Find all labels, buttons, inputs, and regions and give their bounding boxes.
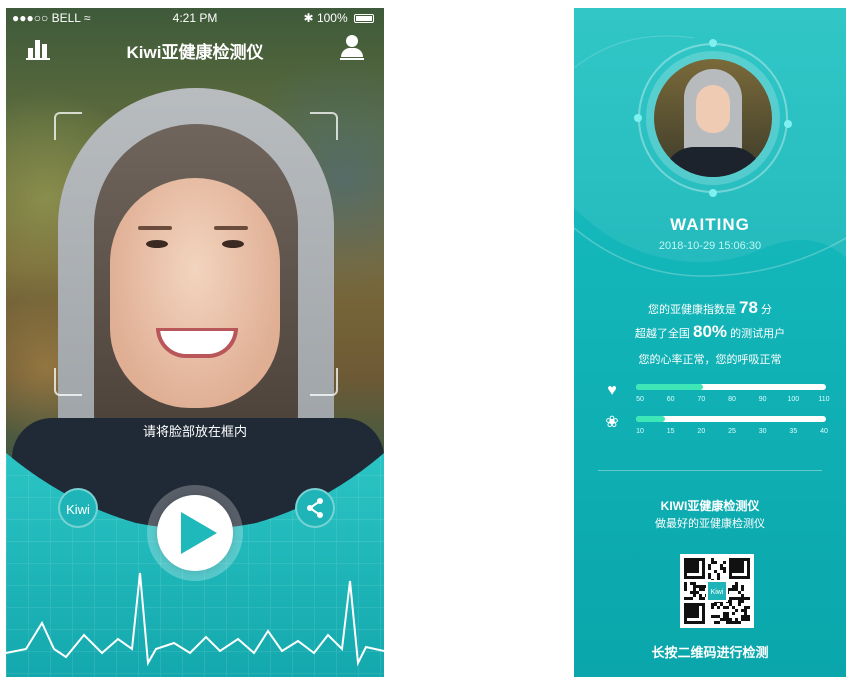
heart-rate-bar-fill	[636, 384, 703, 390]
nav-bar: Kiwi亚健康检测仪	[6, 30, 384, 64]
camera-preview-eye	[146, 240, 168, 248]
camera-preview-brow	[214, 226, 248, 230]
lungs-icon: ❀	[605, 414, 619, 431]
tick-label: 100	[787, 396, 800, 403]
scan-frame-corner	[54, 368, 82, 396]
scan-instruction: 长按二维码进行检测	[651, 645, 769, 660]
index-value: 78	[739, 298, 758, 317]
ring-dot	[784, 120, 792, 128]
scan-frame-corner	[310, 368, 338, 396]
tick-label: 15	[666, 428, 675, 435]
beat-line: 超越了全国 80% 的测试用户	[634, 322, 786, 341]
result-screen: WAITING 2018-10-29 15:06:30 您的亚健康指数是 78 …	[574, 8, 846, 677]
qr-logo: Kiwi	[706, 580, 728, 602]
breathing-bar	[636, 416, 826, 422]
status-label: WAITING	[670, 215, 750, 234]
detector-screen: ●●●○○ BELL ≈ 4:21 PM ✱ 100% Kiwi亚健康检测仪 请…	[6, 8, 384, 677]
app-title: Kiwi亚健康检测仪	[126, 43, 264, 62]
tick-label: 25	[728, 428, 736, 435]
scan-frame-corner	[310, 112, 338, 140]
breathing-ticks: 10 15 20 25 30 35 40	[636, 428, 828, 438]
divider	[598, 470, 822, 471]
tick-label: 20	[697, 428, 706, 435]
battery-icon	[354, 14, 374, 24]
test-datetime: 2018-10-29 15:06:30	[658, 240, 762, 252]
qr-code[interactable]: Kiwi	[680, 554, 754, 628]
breathing-bar-fill	[636, 416, 665, 422]
tick-label: 40	[820, 428, 828, 435]
camera-preview-brow	[138, 226, 172, 230]
tick-label: 70	[697, 396, 706, 403]
tick-label: 35	[789, 428, 798, 435]
tick-label: 60	[666, 396, 675, 403]
battery-status: ✱ 100%	[304, 11, 374, 25]
share-icon	[307, 498, 323, 518]
face-position-hint: 请将脸部放在框内	[142, 424, 247, 439]
bluetooth-icon: ✱	[303, 11, 314, 25]
ring-dot	[634, 114, 642, 122]
heart-rate-icon: ♥	[607, 382, 617, 399]
kiwi-button[interactable]: Kiwi	[58, 488, 98, 528]
summary-line: 您的心率正常，您的呼吸正常	[638, 354, 782, 366]
tick-label: 50	[636, 396, 644, 403]
beat-value: 80%	[692, 322, 728, 341]
camera-preview-face	[110, 178, 280, 408]
tick-label: 90	[758, 396, 767, 403]
brand-name: KIWI亚健康检测仪	[660, 499, 760, 513]
share-button[interactable]	[295, 488, 335, 528]
tick-label: 80	[728, 396, 736, 403]
camera-preview-eye	[222, 240, 244, 248]
play-button[interactable]	[157, 495, 233, 571]
ring-dot	[709, 39, 717, 47]
avatar	[654, 59, 772, 177]
brand-slogan: 做最好的亚健康检测仪	[655, 518, 765, 530]
user-icon[interactable]	[340, 35, 364, 61]
status-bar: ●●●○○ BELL ≈ 4:21 PM ✱ 100%	[6, 8, 384, 28]
tick-label: 10	[636, 428, 644, 435]
index-line: 您的亚健康指数是 78 分	[647, 298, 773, 317]
tick-label: 110	[818, 396, 830, 403]
tick-label: 30	[758, 428, 767, 435]
scan-frame-corner	[54, 112, 82, 140]
battery-percent: 100%	[316, 11, 348, 25]
ring-dot	[709, 189, 717, 197]
heart-rate-bar	[636, 384, 826, 390]
heart-rate-ticks: 50 60 70 80 90 100 110	[636, 396, 830, 406]
play-icon	[181, 512, 217, 554]
